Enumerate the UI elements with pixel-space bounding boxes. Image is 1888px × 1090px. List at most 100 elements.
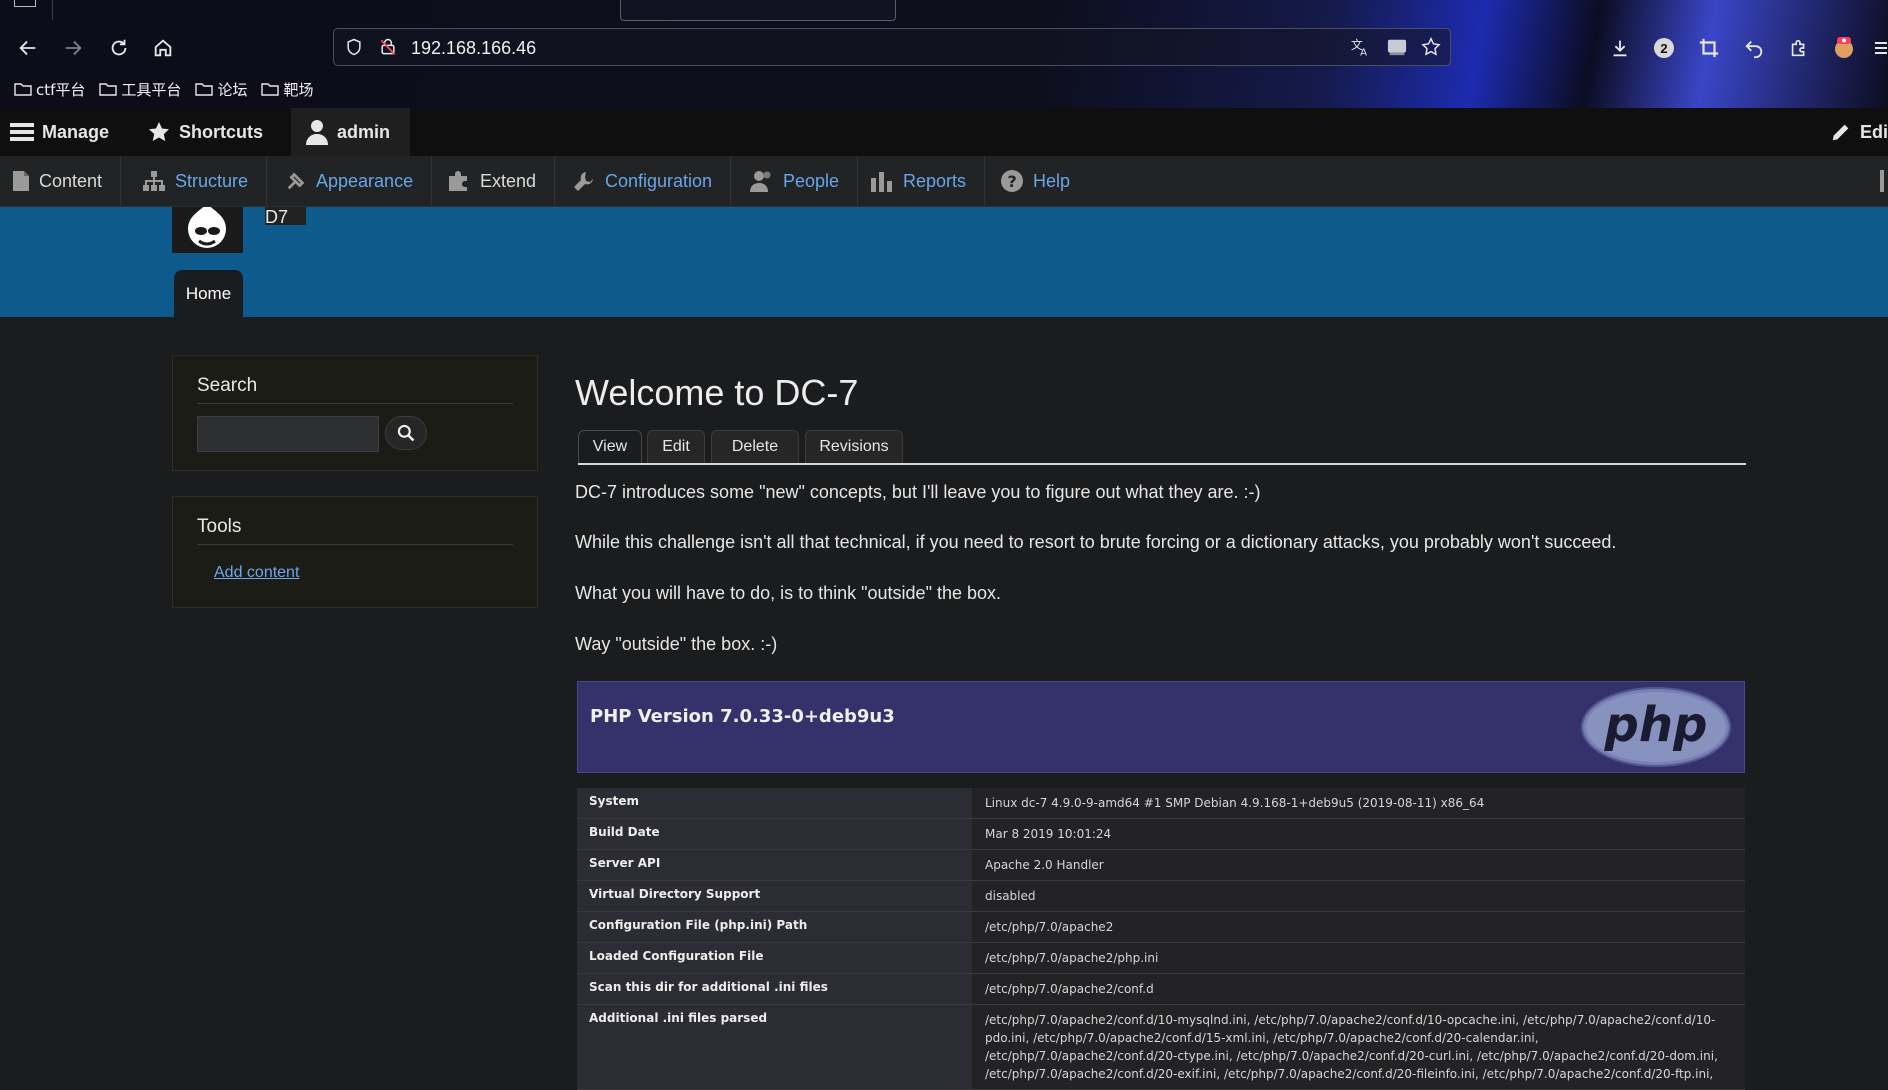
- profile-avatar-icon[interactable]: [1831, 35, 1857, 61]
- tray-item-people[interactable]: People: [738, 156, 859, 206]
- tray-orientation-toggle[interactable]: [1880, 170, 1884, 192]
- pencil-icon: [1832, 124, 1849, 141]
- tray-label: Configuration: [605, 170, 713, 191]
- manage-button[interactable]: Manage: [10, 108, 109, 156]
- body-paragraph: DC-7 introduces some "new" concepts, but…: [575, 482, 1261, 502]
- wrench-icon: [574, 172, 593, 191]
- svg-text:A: A: [1360, 47, 1367, 58]
- browser-tab-active[interactable]: [620, 0, 896, 21]
- download-icon[interactable]: [1607, 35, 1633, 61]
- site-name[interactable]: D7: [265, 207, 306, 225]
- row-key: System: [577, 788, 972, 818]
- bookmark-label: 论坛: [217, 80, 248, 99]
- bookmark-folder[interactable]: 论坛: [195, 78, 247, 100]
- table-row: Scan this dir for additional .ini files /…: [577, 974, 1745, 1005]
- bookmark-label: 靶场: [283, 80, 314, 99]
- url-bar[interactable]: 192.168.166.46 文A: [333, 28, 1451, 66]
- row-key: Server API: [577, 850, 972, 880]
- reader-icon[interactable]: [1386, 37, 1408, 57]
- admin-toolbar: Manage Shortcuts admin Edi: [0, 108, 1888, 156]
- back-icon[interactable]: [15, 35, 41, 61]
- php-version: PHP Version 7.0.33-0+deb9u3: [590, 706, 895, 727]
- undo-icon[interactable]: [1741, 35, 1767, 61]
- bookmark-folder[interactable]: 工具平台: [99, 78, 181, 100]
- body-paragraph: What you will have to do, is to think "o…: [575, 583, 1002, 603]
- row-value: Linux dc-7 4.9.0-9-amd64 #1 SMP Debian 4…: [972, 788, 1745, 818]
- tray-item-help[interactable]: ? Help: [988, 156, 1088, 206]
- body-paragraph: While this challenge isn't all that tech…: [575, 532, 1617, 552]
- table-row: Configuration File (php.ini) Path/etc/ph…: [577, 912, 1745, 943]
- row-value: /etc/php/7.0/apache2/php.ini: [972, 943, 1745, 973]
- user-button[interactable]: admin: [291, 108, 411, 156]
- reload-icon[interactable]: [106, 35, 132, 61]
- phpinfo-table: System Linux dc-7 4.9.0-9-amd64 #1 SMP De…: [577, 788, 1745, 1090]
- tab-revisions[interactable]: Revisions: [805, 430, 903, 463]
- tray-item-reports[interactable]: Reports: [858, 156, 986, 206]
- people-icon: [750, 171, 771, 192]
- tools-block-title: Tools: [197, 516, 242, 537]
- bookmark-star-icon[interactable]: [1420, 36, 1442, 58]
- tray-item-appearance[interactable]: Appearance: [273, 156, 433, 206]
- tab-delete[interactable]: Delete: [711, 430, 799, 463]
- shortcuts-button[interactable]: Shortcuts: [147, 108, 263, 156]
- tray-item-content[interactable]: Content: [0, 156, 122, 206]
- search-input[interactable]: [197, 416, 379, 452]
- table-row: System Linux dc-7 4.9.0-9-amd64 #1 SMP De…: [577, 788, 1745, 819]
- nav-home-tab[interactable]: Home: [174, 270, 243, 317]
- browser-tab[interactable]: [905, 0, 1285, 20]
- folder-icon: [195, 83, 214, 96]
- row-key: Loaded Configuration File: [577, 943, 972, 973]
- user-label: admin: [337, 121, 391, 142]
- extensions-puzzle-icon[interactable]: [1786, 35, 1812, 61]
- drupal-logo-icon[interactable]: [172, 207, 243, 253]
- bar-chart-icon: [871, 172, 892, 192]
- insecure-lock-icon[interactable]: [378, 37, 398, 57]
- edit-toggle-button[interactable]: Edi: [1830, 108, 1888, 156]
- search-block: Search: [172, 355, 538, 471]
- row-value: disabled: [972, 881, 1745, 911]
- tray-item-extend[interactable]: Extend: [435, 156, 556, 206]
- divider: [197, 403, 513, 404]
- shortcuts-label: Shortcuts: [179, 121, 264, 142]
- user-icon: [306, 120, 328, 145]
- add-content-link[interactable]: Add content: [214, 564, 299, 582]
- tray-item-structure[interactable]: Structure: [130, 156, 268, 206]
- table-row: Build Date Mar 8 2019 10:01:24: [577, 819, 1745, 850]
- folder-icon: [14, 83, 32, 96]
- crop-icon[interactable]: [1696, 35, 1722, 61]
- home-icon[interactable]: [150, 35, 176, 61]
- tray-item-configuration[interactable]: Configuration: [560, 156, 732, 206]
- bookmark-folder[interactable]: 靶场: [261, 78, 313, 100]
- bookmark-folder[interactable]: ctf平台: [14, 78, 85, 100]
- row-key: Virtual Directory Support: [577, 881, 972, 911]
- browser-menu-icon[interactable]: [14, 0, 36, 7]
- forward-icon[interactable]: [60, 35, 86, 61]
- file-icon: [13, 171, 29, 191]
- tray-label: Reports: [903, 170, 967, 191]
- tray-label: Structure: [175, 170, 249, 191]
- search-button[interactable]: [385, 416, 427, 450]
- tray-label: Appearance: [316, 170, 414, 191]
- bookmark-label: 工具平台: [121, 80, 182, 99]
- php-logo-icon: php: [1581, 687, 1731, 767]
- app-menu-icon[interactable]: [1872, 35, 1888, 61]
- hamburger-icon: [10, 123, 34, 141]
- browser-chrome: 192.168.166.46 文A 2 ctf平台 工具平台 论坛 靶场: [0, 0, 1888, 108]
- row-value: Apache 2.0 Handler: [972, 850, 1745, 880]
- row-key: Configuration File (php.ini) Path: [577, 912, 972, 942]
- browser-tab[interactable]: [52, 0, 613, 20]
- url-text[interactable]: 192.168.166.46: [411, 38, 536, 59]
- row-value: /etc/php/7.0/apache2/conf.d: [972, 974, 1745, 1004]
- divider: [197, 544, 513, 545]
- shield-icon[interactable]: [344, 37, 364, 57]
- manage-label: Manage: [42, 121, 110, 142]
- bookmarks-bar: ctf平台 工具平台 论坛 靶场: [0, 78, 313, 100]
- extension-badge-icon[interactable]: 2: [1651, 35, 1677, 61]
- table-row: Additional .ini files parsed/etc/php/7.0…: [577, 1005, 1745, 1090]
- brush-icon: [287, 172, 305, 190]
- translate-icon[interactable]: 文A: [1350, 36, 1372, 58]
- tab-edit[interactable]: Edit: [647, 430, 705, 463]
- tab-view[interactable]: View: [578, 430, 642, 463]
- table-row: Loaded Configuration File/etc/php/7.0/ap…: [577, 943, 1745, 974]
- row-key: Scan this dir for additional .ini files: [577, 974, 972, 1004]
